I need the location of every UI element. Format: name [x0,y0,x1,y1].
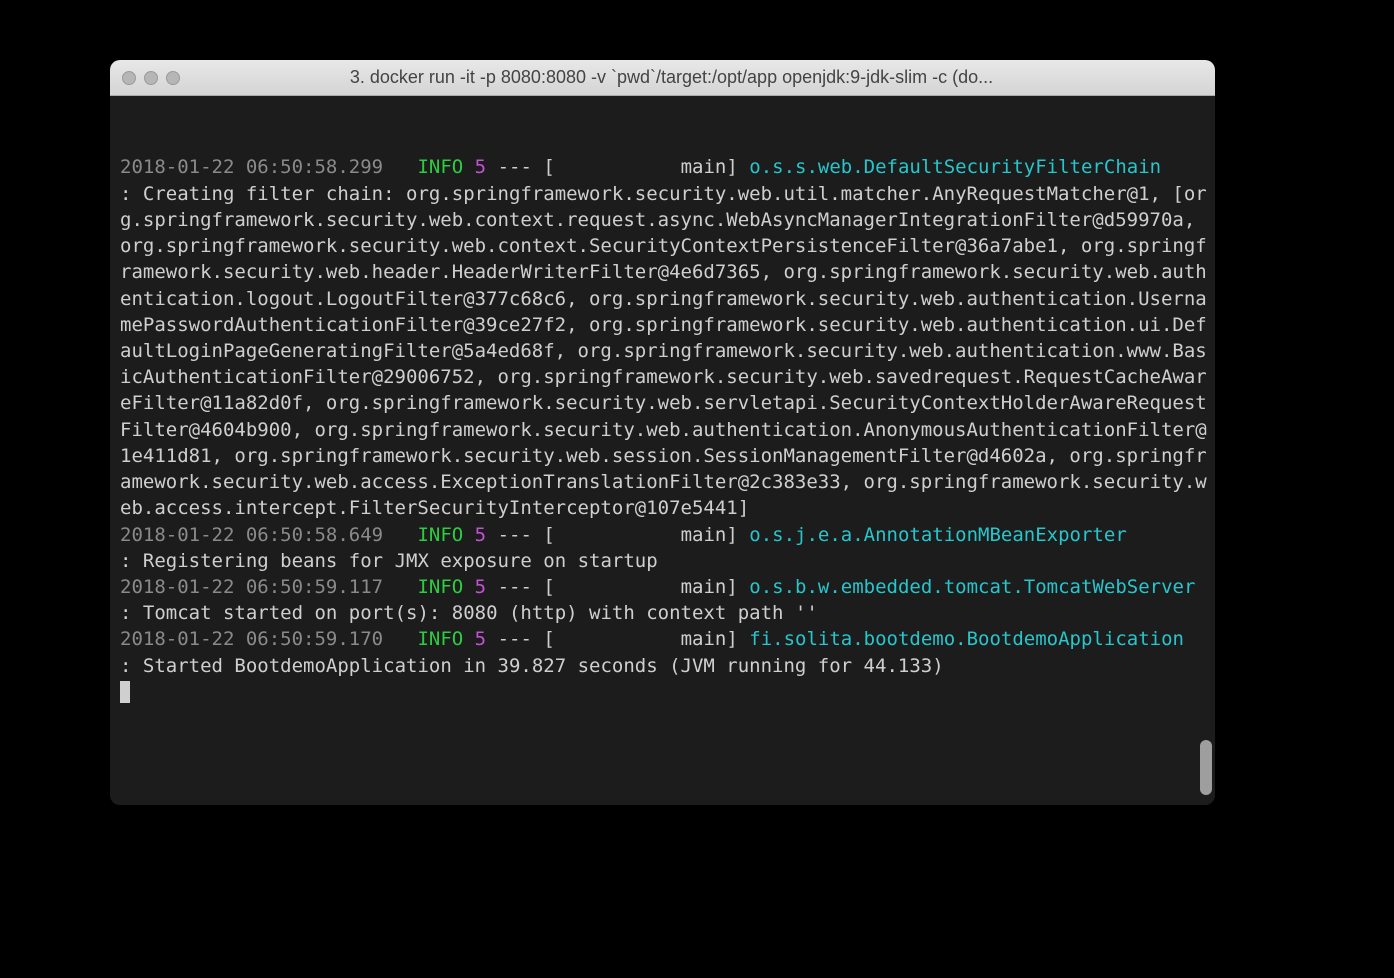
window-titlebar[interactable]: 3. docker run -it -p 8080:8080 -v `pwd`/… [110,60,1215,96]
close-icon[interactable] [122,71,136,85]
window-title: 3. docker run -it -p 8080:8080 -v `pwd`/… [190,67,1203,88]
terminal-cursor [120,681,130,703]
terminal-window: 3. docker run -it -p 8080:8080 -v `pwd`/… [110,60,1215,805]
terminal-body[interactable]: 2018-01-22 06:50:58.299 INFO 5 --- [ mai… [110,96,1215,805]
traffic-lights [122,71,180,85]
minimize-icon[interactable] [144,71,158,85]
zoom-icon[interactable] [166,71,180,85]
terminal-output: 2018-01-22 06:50:58.299 INFO 5 --- [ mai… [120,154,1207,705]
scrollbar-thumb[interactable] [1200,740,1212,795]
